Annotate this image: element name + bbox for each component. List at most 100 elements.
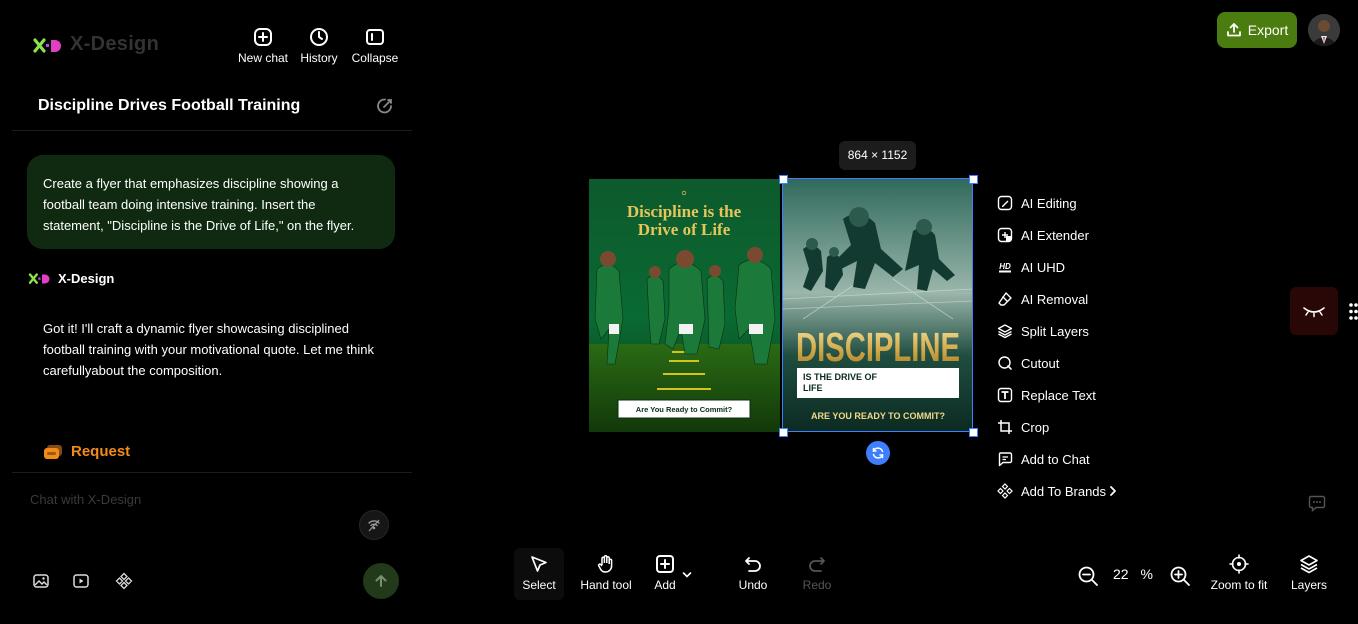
sidebar-collapse-icon — [366, 29, 384, 45]
request-icon — [44, 444, 62, 459]
redo-icon — [809, 557, 825, 572]
redo-button[interactable]: Redo — [798, 554, 836, 592]
menu-ai-uhd-label: AI UHD — [1021, 259, 1066, 275]
brand-kit-icon[interactable] — [115, 572, 133, 590]
hand-tool-label: Hand tool — [580, 578, 632, 592]
hide-panel-button[interactable] — [1290, 287, 1338, 335]
menu-cutout-label: Cutout — [1021, 355, 1060, 371]
zoom-unit: % — [1140, 566, 1153, 582]
menu-add-to-chat-label: Add to Chat — [1021, 451, 1090, 467]
zoom-level[interactable]: 22 % — [1113, 566, 1153, 582]
select-label: Select — [522, 578, 556, 592]
menu-split-layers[interactable]: Split Layers — [997, 319, 1089, 343]
flyer-1-artwork: Discipline is the Drive of Life Are You … — [589, 179, 780, 432]
message-icon[interactable] — [1308, 494, 1326, 512]
chat-panel: X-Design New chat History Collapse Disci… — [0, 0, 412, 624]
flyer-2-headline: DISCIPLINE — [796, 324, 960, 370]
chat-input[interactable] — [28, 488, 362, 510]
add-label: Add — [654, 578, 676, 592]
menu-add-to-brands[interactable]: Add To Brands — [997, 479, 1118, 503]
hand-tool-button[interactable]: Hand tool — [576, 554, 636, 592]
menu-ai-removal[interactable]: AI Removal — [997, 287, 1088, 311]
svg-text:HD: HD — [999, 262, 1011, 271]
flyer-1-headline-line-1: Discipline is the — [627, 202, 742, 221]
arrow-up-icon — [375, 575, 387, 587]
flyer-1-cta: Are You Ready to Commit? — [636, 405, 733, 414]
history-button[interactable]: History — [291, 27, 347, 65]
zoom-to-fit-label: Zoom to fit — [1210, 578, 1268, 592]
menu-crop-label: Crop — [1021, 419, 1050, 435]
undo-icon — [745, 557, 761, 572]
resize-handle-top-right[interactable] — [969, 175, 978, 184]
voice-button[interactable] — [359, 510, 389, 540]
clock-icon — [310, 28, 328, 46]
menu-replace-text[interactable]: Replace Text — [997, 383, 1096, 407]
new-chat-button[interactable]: New chat — [235, 27, 291, 65]
collapse-button[interactable]: Collapse — [347, 27, 403, 65]
menu-add-to-brands-label: Add To Brands — [1021, 483, 1107, 499]
user-message: Create a flyer that emphasizes disciplin… — [27, 155, 395, 249]
menu-ai-uhd[interactable]: HD AI UHD — [997, 255, 1065, 279]
flyer-2-sub-line-1: IS THE DRIVE OF — [803, 372, 878, 382]
menu-ai-removal-label: AI Removal — [1021, 291, 1089, 307]
layers-stack-icon — [1300, 555, 1318, 574]
user-avatar[interactable] — [1308, 14, 1340, 46]
resize-handle-bottom-right[interactable] — [969, 428, 978, 437]
request-button[interactable]: Request — [43, 443, 130, 460]
resize-handle-top-left[interactable] — [779, 175, 788, 184]
send-button[interactable] — [363, 563, 399, 599]
flyer-1-headline-line-2: Drive of Life — [638, 220, 731, 239]
flyer-2-cta: ARE YOU READY TO COMMIT? — [811, 411, 945, 421]
flyer-image-2[interactable]: DISCIPLINE IS THE DRIVE OF LIFE ARE YOU … — [783, 179, 973, 432]
menu-cutout[interactable]: Cutout — [997, 351, 1059, 375]
header-divider — [12, 130, 412, 131]
new-chat-label: New chat — [237, 51, 289, 65]
zoom-to-fit-button[interactable]: Zoom to fit — [1206, 554, 1272, 592]
add-button[interactable]: Add — [650, 554, 680, 592]
zoom-in-icon[interactable] — [1169, 565, 1191, 587]
drag-grip-icon[interactable] — [1349, 303, 1358, 320]
flyer-2-sub-line-2: LIFE — [803, 383, 823, 393]
layers-button[interactable]: Layers — [1289, 554, 1329, 592]
redo-label: Redo — [802, 578, 832, 592]
menu-ai-extender-label: AI Extender — [1021, 227, 1089, 243]
menu-ai-editing[interactable]: AI Editing — [997, 191, 1077, 215]
menu-crop[interactable]: Crop — [997, 415, 1049, 439]
menu-split-layers-label: Split Layers — [1021, 323, 1089, 339]
request-label: Request — [71, 443, 131, 460]
rotate-button[interactable] — [866, 441, 890, 465]
assistant-message: Got it! I'll craft a dynamic flyer showc… — [43, 321, 374, 378]
crop-icon — [998, 420, 1012, 434]
input-divider — [12, 472, 412, 473]
zoom-value: 22 — [1113, 566, 1129, 582]
cutout-icon — [998, 356, 1012, 370]
chevron-right-icon — [1110, 486, 1116, 496]
avatar-image — [1308, 14, 1340, 46]
menu-ai-extender[interactable]: AI Extender — [997, 223, 1089, 247]
upload-icon — [1226, 23, 1241, 37]
image-upload-icon[interactable] — [32, 572, 50, 590]
add-square-icon — [656, 555, 674, 573]
export-button[interactable]: Export — [1217, 12, 1297, 48]
zoom-out-icon[interactable] — [1077, 565, 1099, 587]
menu-add-to-chat[interactable]: Add to Chat — [997, 447, 1090, 471]
select-tool-button[interactable]: Select — [514, 548, 564, 600]
flyer-image-1[interactable]: Discipline is the Drive of Life Are You … — [589, 179, 780, 432]
chevron-down-icon[interactable] — [682, 571, 692, 579]
crosshair-icon — [1229, 554, 1249, 574]
assistant-name: X-Design — [58, 271, 115, 286]
chat-icon — [998, 452, 1013, 467]
undo-button[interactable]: Undo — [734, 554, 772, 592]
menu-ai-editing-label: AI Editing — [1021, 195, 1077, 211]
history-label: History — [300, 51, 338, 65]
brand-icon — [997, 483, 1013, 499]
edit-title-icon[interactable] — [376, 97, 394, 115]
dimensions-tooltip: 864 × 1152 — [839, 141, 916, 170]
video-upload-icon[interactable] — [72, 572, 90, 590]
resize-handle-bottom-left[interactable] — [779, 428, 788, 437]
ai-extender-icon — [997, 227, 1013, 243]
undo-label: Undo — [738, 578, 768, 592]
eraser-icon — [998, 292, 1012, 306]
text-icon — [997, 387, 1013, 403]
hd-icon: HD — [999, 262, 1011, 273]
